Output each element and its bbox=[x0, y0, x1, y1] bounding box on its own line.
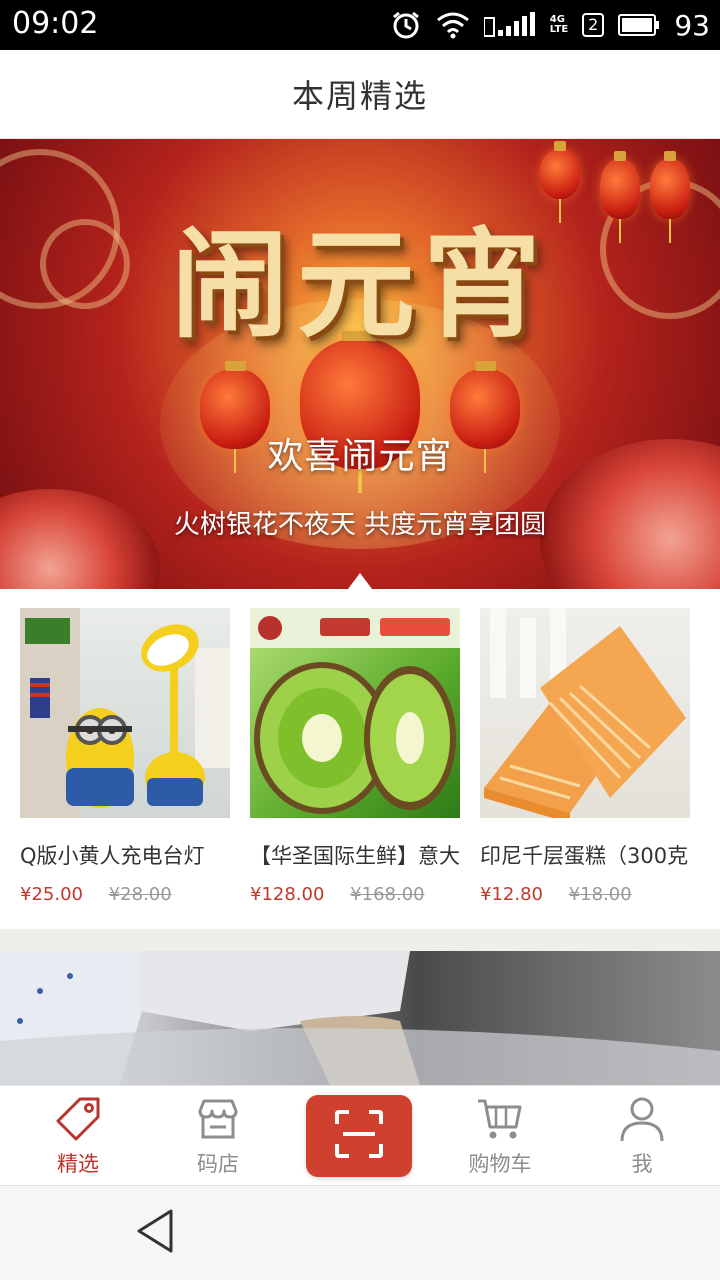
product-prices: ¥25.00 ¥28.00 bbox=[20, 884, 230, 905]
scan-button[interactable] bbox=[306, 1095, 412, 1177]
product-card[interactable]: 印尼千层蛋糕（300克 ¥12.80 ¥18.00 bbox=[480, 608, 690, 905]
product-price: ¥12.80 bbox=[480, 884, 543, 905]
carousel-indicator bbox=[348, 573, 372, 589]
product-image-kiwi-fruit[interactable] bbox=[250, 608, 460, 818]
product-carousel[interactable]: Q版小黄人充电台灯 ¥25.00 ¥28.00 【华圣国际生鲜】意大利 ¥128… bbox=[0, 589, 720, 929]
bottom-tab-bar: 精选 码店 购物车 我 bbox=[0, 1085, 720, 1185]
product-original-price: ¥18.00 bbox=[568, 884, 632, 905]
battery-level: 93 bbox=[674, 8, 710, 42]
store-icon bbox=[194, 1094, 242, 1144]
banner-art-title: 闹元宵 bbox=[170, 215, 549, 354]
scan-icon bbox=[331, 1106, 387, 1166]
page-title: 本周精选 bbox=[291, 77, 428, 115]
product-original-price: ¥28.00 bbox=[108, 884, 172, 905]
status-bar: 09:02 4G LTE 2 93 bbox=[0, 0, 720, 50]
product-price: ¥25.00 bbox=[20, 884, 83, 905]
product-name[interactable]: 【华圣国际生鲜】意大利 bbox=[250, 840, 460, 870]
product-image-minion-lamp[interactable] bbox=[20, 608, 230, 818]
system-nav-bar bbox=[0, 1185, 720, 1280]
lantern-decoration bbox=[650, 151, 690, 243]
wifi-icon bbox=[436, 10, 470, 40]
product-prices: ¥128.00 ¥168.00 bbox=[250, 884, 460, 905]
back-button[interactable] bbox=[130, 1208, 180, 1258]
product-card[interactable]: 【华圣国际生鲜】意大利 ¥128.00 ¥168.00 bbox=[250, 608, 460, 905]
product-name[interactable]: Q版小黄人充电台灯 bbox=[20, 840, 230, 870]
banner-subline: 火树银花不夜天 共度元宵享团圆 bbox=[173, 510, 547, 540]
user-icon bbox=[618, 1094, 666, 1144]
lantern-decoration bbox=[600, 151, 640, 243]
product-name[interactable]: 印尼千层蛋糕（300克 bbox=[480, 840, 690, 870]
tab-store[interactable]: 码店 bbox=[146, 1086, 290, 1186]
product-prices: ¥12.80 ¥18.00 bbox=[480, 884, 690, 905]
status-icons: 4G LTE 2 93 bbox=[390, 8, 710, 42]
tab-cart[interactable]: 购物车 bbox=[428, 1086, 572, 1186]
product-price: ¥128.00 bbox=[250, 884, 325, 905]
sim-slot-badge: 2 bbox=[582, 13, 605, 37]
tab-label: 购物车 bbox=[468, 1152, 532, 1176]
banner-headline: 欢喜闹元宵 bbox=[267, 436, 453, 477]
signal-icon bbox=[483, 12, 536, 38]
battery-icon bbox=[618, 13, 660, 37]
tab-me[interactable]: 我 bbox=[570, 1086, 714, 1186]
back-triangle-icon bbox=[135, 1208, 175, 1258]
alarm-icon bbox=[390, 9, 422, 41]
product-original-price: ¥168.00 bbox=[350, 884, 425, 905]
title-bar: 本周精选 bbox=[0, 50, 720, 139]
tab-featured[interactable]: 精选 bbox=[6, 1086, 150, 1186]
featured-banner-2[interactable] bbox=[0, 951, 720, 1085]
tab-label: 我 bbox=[631, 1152, 653, 1176]
banner-swirl-decoration bbox=[40, 219, 130, 309]
promo-banner[interactable]: 闹元宵 欢喜闹元宵 火树银花不夜天 共度元宵享团圆 bbox=[0, 139, 720, 589]
tag-icon bbox=[54, 1094, 102, 1144]
status-time: 09:02 bbox=[12, 6, 99, 41]
tab-label: 码店 bbox=[197, 1152, 239, 1176]
section-divider bbox=[0, 929, 720, 951]
cart-icon bbox=[476, 1094, 524, 1144]
product-card[interactable]: Q版小黄人充电台灯 ¥25.00 ¥28.00 bbox=[20, 608, 230, 905]
product-image-layer-cake[interactable] bbox=[480, 608, 690, 818]
tab-label: 精选 bbox=[57, 1152, 99, 1176]
network-type: 4G LTE bbox=[549, 14, 569, 35]
